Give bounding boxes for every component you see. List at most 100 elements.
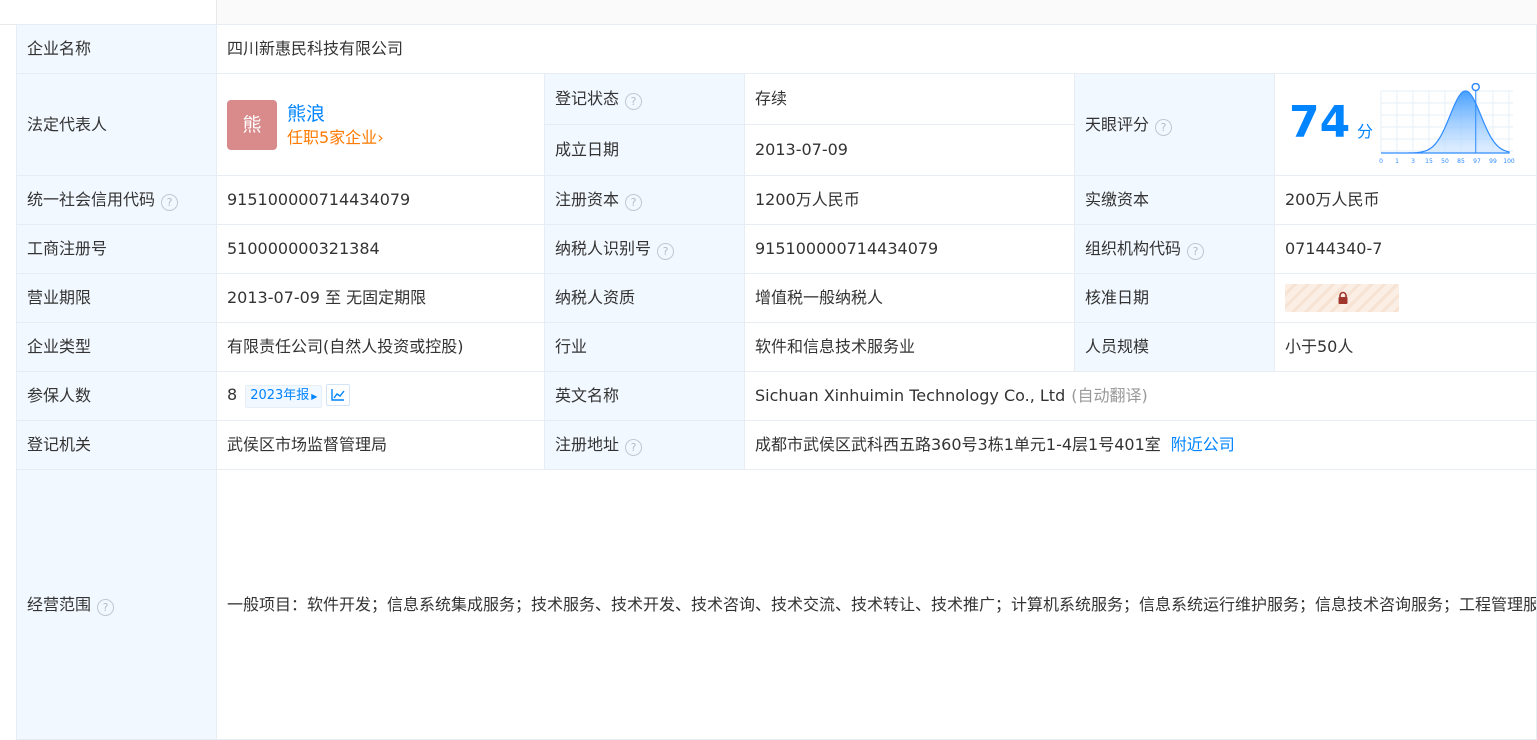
value-biz-term: 2013-07-09 至 无固定期限 [216,273,545,323]
label-reg-capital-text: 注册资本 [555,190,620,209]
caret-right-icon: ▶ [311,392,318,401]
legal-rep-cell: 熊 熊浪 任职5家企业› [216,73,545,176]
value-staff-size: 小于50人 [1273,322,1537,372]
question-icon[interactable]: ? [625,439,643,456]
locked-value-button[interactable] [1285,284,1399,312]
label-credit-code: 统一社会信用代码? [16,175,217,225]
axis-tick-label: 3 [1411,158,1415,165]
legal-rep-name-link[interactable]: 熊浪 [287,101,384,127]
insured-cell: 8 2023年报 ▶ [216,371,545,421]
value-reg-address: 成都市武侯区武科西五路360号3栋1单元1-4层1号401室 [755,435,1161,454]
label-biz-reg-no: 工商注册号 [16,224,217,274]
row-biz-term: 营业期限 2013-07-09 至 无固定期限 纳税人资质 增值税一般纳税人 核… [16,273,1537,323]
label-company-type: 企业类型 [16,322,217,372]
label-english-name: 英文名称 [544,371,745,421]
label-taxpayer-id-text: 纳税人识别号 [555,239,652,258]
legal-rep-companies-link[interactable]: 任职5家企业› [287,127,384,149]
label-biz-scope-text: 经营范围 [27,594,92,614]
axis-tick-label: 0 [1379,158,1383,165]
axis-tick-label: 85 [1457,158,1465,165]
label-paid-capital: 实缴资本 [1074,175,1275,225]
avatar[interactable]: 熊 [227,99,277,150]
label-biz-scope: 经营范围? [16,469,217,740]
value-biz-scope: 一般项目：软件开发；信息系统集成服务；技术服务、技术开发、技术咨询、技术交流、技… [215,469,1537,740]
value-insured: 8 [227,385,238,404]
question-icon[interactable]: ? [625,194,643,211]
value-reg-status: 存续 [744,73,1075,125]
value-approve-date [1273,273,1537,323]
question-icon[interactable]: ? [97,598,115,616]
tianyan-score-cell[interactable]: 74 分 0 1 3 15 50 85 97 99 100 [1273,73,1537,176]
annual-report-badge[interactable]: 2023年报 ▶ [245,385,323,408]
row-company-name: 企业名称 四川新惠民科技有限公司 [16,24,1537,74]
axis-tick-label: 50 [1441,158,1449,165]
tianyan-score-unit: 分 [1357,121,1374,141]
label-reg-authority: 登记机关 [16,420,217,470]
lock-icon [1338,291,1348,304]
label-staff-size: 人员规模 [1074,322,1275,372]
row-legal-rep: 法定代表人 熊 熊浪 任职5家企业› 登记状态? 存续 天眼评分? 74 分 0… [16,73,1537,176]
label-org-code-text: 组织机构代码 [1085,239,1182,258]
question-icon[interactable]: ? [625,93,643,110]
question-icon[interactable]: ? [1187,243,1205,260]
value-org-code: 07144340-7 [1273,224,1537,274]
question-icon[interactable]: ? [1155,118,1173,136]
value-biz-reg-no: 510000000321384 [216,224,545,274]
label-taxpayer-qual: 纳税人资质 [544,273,745,323]
nearby-companies-link[interactable]: 附近公司 [1171,435,1235,454]
tab-active-indicator [0,0,217,24]
axis-tick-label: 100 [1503,158,1515,165]
label-credit-code-text: 统一社会信用代码 [27,190,156,209]
auto-translate-note: (自动翻译) [1071,386,1148,405]
label-industry: 行业 [544,322,745,372]
label-reg-status: 登记状态? [544,73,745,125]
label-company-name: 企业名称 [16,24,217,74]
value-est-date: 2013-07-09 [744,124,1075,176]
row-biz-scope: 经营范围? 一般项目：软件开发；信息系统集成服务；技术服务、技术开发、技术咨询、… [16,469,1537,740]
tianyan-score-value: 74 [1289,96,1351,148]
english-name-cell: Sichuan Xinhuimin Technology Co., Ltd (自动… [743,371,1537,421]
value-reg-capital: 1200万人民币 [744,175,1075,225]
score-distribution-chart: 0 1 3 15 50 85 97 99 100 [1379,82,1515,165]
trend-chart-icon [331,389,345,401]
label-approve-date: 核准日期 [1074,273,1275,323]
question-icon[interactable]: ? [657,243,675,260]
legal-rep-companies-label: 任职5家企业 [287,127,378,147]
value-reg-authority: 武侯区市场监督管理局 [216,420,545,470]
label-reg-address: 注册地址? [544,420,745,470]
axis-tick-label: 99 [1489,158,1497,165]
chart-axis-labels: 0 1 3 15 50 85 97 99 100 [1379,158,1515,165]
company-info-table: 企业名称 四川新惠民科技有限公司 法定代表人 熊 熊浪 任职5家企业› 登记状态… [16,24,1537,740]
row-biz-reg-no: 工商注册号 510000000321384 纳税人识别号? 9151000007… [16,224,1537,274]
value-paid-capital: 200万人民币 [1273,175,1537,225]
value-english-name: Sichuan Xinhuimin Technology Co., Ltd [755,386,1066,405]
label-est-date: 成立日期 [544,124,745,176]
label-reg-address-text: 注册地址 [555,435,620,454]
score-marker-dot [1471,82,1480,91]
label-insured: 参保人数 [16,371,217,421]
axis-tick-label: 15 [1425,158,1433,165]
label-reg-capital: 注册资本? [544,175,745,225]
label-tianyan-score-text: 天眼评分 [1085,114,1150,134]
row-company-type: 企业类型 有限责任公司(自然人投资或控股) 行业 软件和信息技术服务业 人员规模… [16,322,1537,372]
trend-chart-button[interactable] [326,384,351,406]
axis-tick-label: 97 [1473,158,1481,165]
label-org-code: 组织机构代码? [1074,224,1275,274]
tab-bar [0,0,1537,25]
row-credit-code: 统一社会信用代码? 915100000714434079 注册资本? 1200万… [16,175,1537,225]
question-icon[interactable]: ? [161,194,179,211]
value-taxpayer-id: 915100000714434079 [744,224,1075,274]
value-taxpayer-qual: 增值税一般纳税人 [744,273,1075,323]
row-insured: 参保人数 8 2023年报 ▶ 英文名称 Sichuan Xinhuimin Tec… [16,371,1537,421]
label-tianyan-score: 天眼评分? [1074,73,1275,176]
value-company-name: 四川新惠民科技有限公司 [215,24,1537,74]
label-reg-status-text: 登记状态 [555,89,620,108]
label-biz-term: 营业期限 [16,273,217,323]
chevron-right-icon: › [377,127,384,147]
value-credit-code: 915100000714434079 [216,175,545,225]
value-industry: 软件和信息技术服务业 [744,322,1075,372]
axis-tick-label: 1 [1395,158,1399,165]
label-legal-rep: 法定代表人 [16,73,217,176]
annual-report-label: 2023年报 [250,388,310,403]
value-company-type: 有限责任公司(自然人投资或控股) [216,322,545,372]
